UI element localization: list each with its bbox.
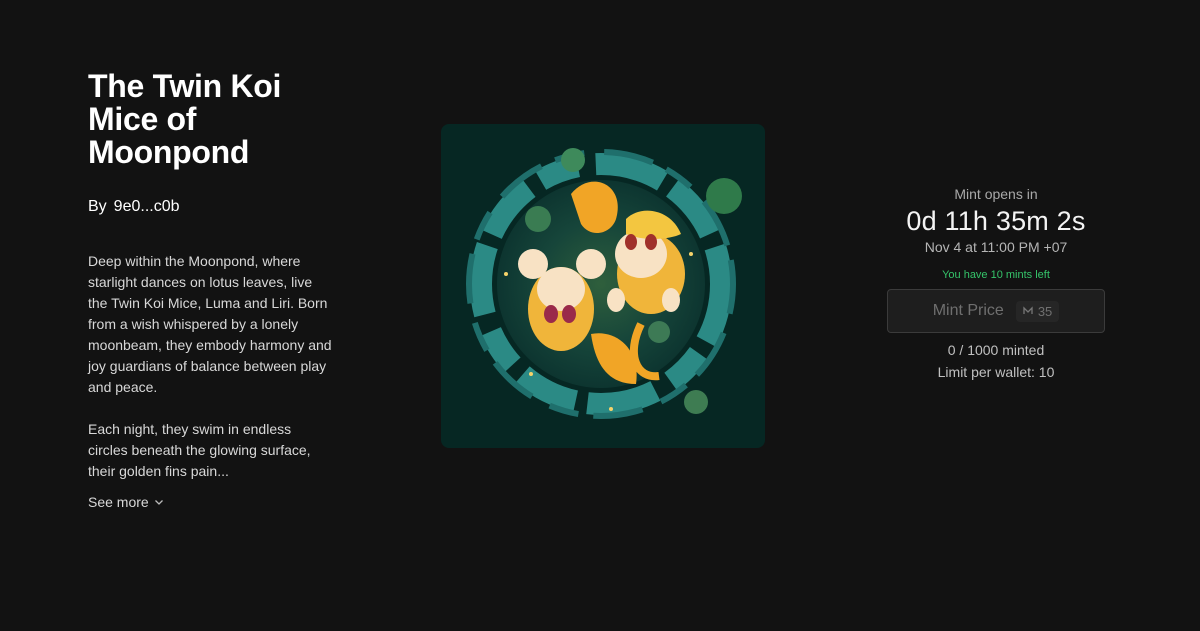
mint-price-badge: 35 [1015, 300, 1060, 322]
chevron-down-icon [154, 500, 163, 505]
description-paragraph: Deep within the Moonpond, where starligh… [88, 253, 332, 395]
mint-open-date: Nov 4 at 11:00 PM +07 [924, 239, 1068, 255]
title-line: The Twin Koi [88, 68, 282, 104]
minted-count: 0 / 1000 minted [947, 342, 1045, 358]
currency-icon [1023, 306, 1033, 314]
collection-info: The Twin Koi Mice of Moonpond By 9e0...c… [88, 70, 338, 512]
mint-button-label: Mint Price [932, 302, 1004, 319]
creator-address-link[interactable]: 9e0...c0b [114, 198, 180, 216]
mint-panel: Mint opens in 0d 11h 35m 2s Nov 4 at 11:… [887, 186, 1105, 380]
creator-row: By 9e0...c0b [88, 198, 338, 216]
mint-price-value: 35 [1037, 303, 1053, 319]
mint-opens-label: Mint opens in [954, 186, 1038, 202]
collection-artwork [441, 124, 765, 448]
mint-countdown: 0d 11h 35m 2s [906, 206, 1086, 236]
wallet-limit: Limit per wallet: 10 [937, 364, 1055, 380]
see-more-label: See more [88, 494, 149, 510]
description-paragraph: Each night, they swim in endless circles… [88, 421, 311, 479]
mint-button[interactable]: Mint Price 35 [887, 289, 1105, 333]
by-label: By [88, 198, 107, 215]
collection-title: The Twin Koi Mice of Moonpond [88, 70, 338, 169]
artwork-image [466, 148, 742, 419]
title-line: Mice of [88, 101, 197, 137]
mints-left-notice: You have 10 mints left [942, 269, 1050, 281]
see-more-button[interactable]: See more [88, 494, 164, 510]
title-line: Moonpond [88, 134, 250, 170]
collection-description: Deep within the Moonpond, where starligh… [88, 251, 333, 482]
